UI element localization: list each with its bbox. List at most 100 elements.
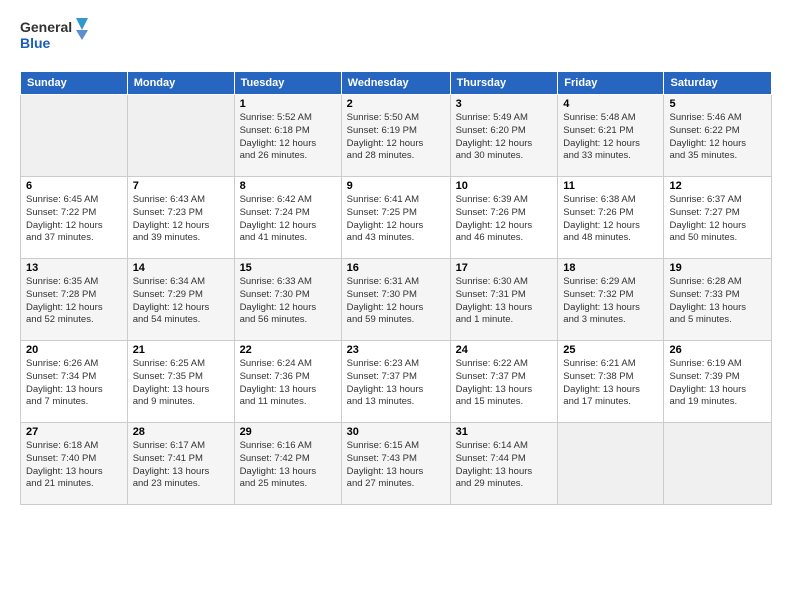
calendar-cell: 15 Sunrise: 6:33 AM Sunset: 7:30 PM Dayli… [234, 259, 341, 341]
day-content: Sunrise: 6:34 AM Sunset: 7:29 PM Dayligh… [133, 276, 229, 327]
day-number: 19 [669, 262, 766, 274]
day-number: 4 [563, 98, 658, 110]
day-content: Sunrise: 6:41 AM Sunset: 7:25 PM Dayligh… [347, 194, 445, 245]
day-header-tuesday: Tuesday [234, 72, 341, 95]
calendar-cell: 1Sunrise: 5:52 AM Sunset: 6:18 PM Daylig… [234, 95, 341, 177]
day-number: 31 [456, 426, 553, 438]
calendar-cell: 18 Sunrise: 6:29 AM Sunset: 7:32 PM Dayli… [558, 259, 664, 341]
day-content: Sunrise: 6:30 AM Sunset: 7:31 PM Dayligh… [456, 276, 553, 327]
calendar-cell: 5 Sunrise: 5:46 AM Sunset: 6:22 PM Daylig… [664, 95, 772, 177]
day-number: 7 [133, 180, 229, 192]
calendar-cell: 10 Sunrise: 6:39 AM Sunset: 7:26 PM Dayli… [450, 177, 558, 259]
day-content: Sunrise: 6:16 AM Sunset: 7:42 PM Dayligh… [240, 440, 336, 491]
calendar-cell: 25 Sunrise: 6:21 AM Sunset: 7:38 PM Dayli… [558, 341, 664, 423]
calendar-cell: 13 Sunrise: 6:35 AM Sunset: 7:28 PM Dayli… [21, 259, 128, 341]
day-number: 25 [563, 344, 658, 356]
day-content: Sunrise: 6:22 AM Sunset: 7:37 PM Dayligh… [456, 358, 553, 409]
day-number: 15 [240, 262, 336, 274]
calendar-cell: 4Sunrise: 5:48 AM Sunset: 6:21 PM Daylig… [558, 95, 664, 177]
day-number: 27 [26, 426, 122, 438]
day-content: Sunrise: 6:14 AM Sunset: 7:44 PM Dayligh… [456, 440, 553, 491]
day-number: 24 [456, 344, 553, 356]
day-content: Sunrise: 6:23 AM Sunset: 7:37 PM Dayligh… [347, 358, 445, 409]
day-content: Sunrise: 5:50 AM Sunset: 6:19 PM Dayligh… [347, 112, 445, 163]
day-content: Sunrise: 6:38 AM Sunset: 7:26 PM Dayligh… [563, 194, 658, 245]
calendar-cell [664, 423, 772, 505]
day-number: 9 [347, 180, 445, 192]
day-content: Sunrise: 6:28 AM Sunset: 7:33 PM Dayligh… [669, 276, 766, 327]
day-header-thursday: Thursday [450, 72, 558, 95]
calendar-cell: 14 Sunrise: 6:34 AM Sunset: 7:29 PM Dayli… [127, 259, 234, 341]
day-number: 30 [347, 426, 445, 438]
calendar-cell: 26 Sunrise: 6:19 AM Sunset: 7:39 PM Dayli… [664, 341, 772, 423]
day-content: Sunrise: 6:37 AM Sunset: 7:27 PM Dayligh… [669, 194, 766, 245]
day-content: Sunrise: 6:19 AM Sunset: 7:39 PM Dayligh… [669, 358, 766, 409]
day-content: Sunrise: 6:24 AM Sunset: 7:36 PM Dayligh… [240, 358, 336, 409]
day-content: Sunrise: 6:17 AM Sunset: 7:41 PM Dayligh… [133, 440, 229, 491]
day-header-wednesday: Wednesday [341, 72, 450, 95]
calendar-cell: 9 Sunrise: 6:41 AM Sunset: 7:25 PM Daylig… [341, 177, 450, 259]
calendar-cell [127, 95, 234, 177]
day-content: Sunrise: 6:21 AM Sunset: 7:38 PM Dayligh… [563, 358, 658, 409]
day-content: Sunrise: 6:25 AM Sunset: 7:35 PM Dayligh… [133, 358, 229, 409]
day-content: Sunrise: 6:18 AM Sunset: 7:40 PM Dayligh… [26, 440, 122, 491]
svg-text:General: General [20, 19, 72, 35]
calendar-cell: 27 Sunrise: 6:18 AM Sunset: 7:40 PM Dayli… [21, 423, 128, 505]
day-content: Sunrise: 6:43 AM Sunset: 7:23 PM Dayligh… [133, 194, 229, 245]
day-number: 16 [347, 262, 445, 274]
day-content: Sunrise: 5:49 AM Sunset: 6:20 PM Dayligh… [456, 112, 553, 163]
calendar-cell [558, 423, 664, 505]
day-number: 28 [133, 426, 229, 438]
calendar-cell: 29 Sunrise: 6:16 AM Sunset: 7:42 PM Dayli… [234, 423, 341, 505]
calendar-cell: 11Sunrise: 6:38 AM Sunset: 7:26 PM Dayli… [558, 177, 664, 259]
day-content: Sunrise: 6:31 AM Sunset: 7:30 PM Dayligh… [347, 276, 445, 327]
calendar-cell: 3 Sunrise: 5:49 AM Sunset: 6:20 PM Daylig… [450, 95, 558, 177]
calendar-cell: 28 Sunrise: 6:17 AM Sunset: 7:41 PM Dayli… [127, 423, 234, 505]
page-header: General Blue [20, 16, 772, 61]
day-number: 18 [563, 262, 658, 274]
day-content: Sunrise: 6:33 AM Sunset: 7:30 PM Dayligh… [240, 276, 336, 327]
day-number: 5 [669, 98, 766, 110]
day-number: 12 [669, 180, 766, 192]
calendar-table: SundayMondayTuesdayWednesdayThursdayFrid… [20, 71, 772, 505]
calendar-cell: 21 Sunrise: 6:25 AM Sunset: 7:35 PM Dayli… [127, 341, 234, 423]
calendar-cell: 23Sunrise: 6:23 AM Sunset: 7:37 PM Dayli… [341, 341, 450, 423]
day-number: 13 [26, 262, 122, 274]
calendar-cell: 17 Sunrise: 6:30 AM Sunset: 7:31 PM Dayli… [450, 259, 558, 341]
logo: General Blue [20, 16, 90, 61]
logo-svg: General Blue [20, 16, 90, 61]
calendar-cell: 30 Sunrise: 6:15 AM Sunset: 7:43 PM Dayli… [341, 423, 450, 505]
day-number: 6 [26, 180, 122, 192]
day-header-sunday: Sunday [21, 72, 128, 95]
day-content: Sunrise: 6:35 AM Sunset: 7:28 PM Dayligh… [26, 276, 122, 327]
day-content: Sunrise: 6:45 AM Sunset: 7:22 PM Dayligh… [26, 194, 122, 245]
day-number: 10 [456, 180, 553, 192]
day-header-friday: Friday [558, 72, 664, 95]
day-number: 14 [133, 262, 229, 274]
calendar-cell: 20 Sunrise: 6:26 AM Sunset: 7:34 PM Dayli… [21, 341, 128, 423]
calendar-cell: 6 Sunrise: 6:45 AM Sunset: 7:22 PM Daylig… [21, 177, 128, 259]
day-number: 21 [133, 344, 229, 356]
day-content: Sunrise: 6:15 AM Sunset: 7:43 PM Dayligh… [347, 440, 445, 491]
day-content: Sunrise: 6:26 AM Sunset: 7:34 PM Dayligh… [26, 358, 122, 409]
day-content: Sunrise: 5:52 AM Sunset: 6:18 PM Dayligh… [240, 112, 336, 163]
day-number: 2 [347, 98, 445, 110]
calendar-cell: 31 Sunrise: 6:14 AM Sunset: 7:44 PM Dayli… [450, 423, 558, 505]
calendar-cell: 12 Sunrise: 6:37 AM Sunset: 7:27 PM Dayli… [664, 177, 772, 259]
day-number: 20 [26, 344, 122, 356]
day-number: 26 [669, 344, 766, 356]
calendar-cell: 19 Sunrise: 6:28 AM Sunset: 7:33 PM Dayli… [664, 259, 772, 341]
day-content: Sunrise: 6:39 AM Sunset: 7:26 PM Dayligh… [456, 194, 553, 245]
day-content: Sunrise: 6:29 AM Sunset: 7:32 PM Dayligh… [563, 276, 658, 327]
calendar-cell [21, 95, 128, 177]
calendar-cell: 2 Sunrise: 5:50 AM Sunset: 6:19 PM Daylig… [341, 95, 450, 177]
day-number: 3 [456, 98, 553, 110]
day-number: 17 [456, 262, 553, 274]
calendar-cell: 7 Sunrise: 6:43 AM Sunset: 7:23 PM Daylig… [127, 177, 234, 259]
day-number: 22 [240, 344, 336, 356]
calendar-cell: 8Sunrise: 6:42 AM Sunset: 7:24 PM Daylig… [234, 177, 341, 259]
day-content: Sunrise: 5:46 AM Sunset: 6:22 PM Dayligh… [669, 112, 766, 163]
day-header-saturday: Saturday [664, 72, 772, 95]
day-content: Sunrise: 6:42 AM Sunset: 7:24 PM Dayligh… [240, 194, 336, 245]
day-number: 29 [240, 426, 336, 438]
